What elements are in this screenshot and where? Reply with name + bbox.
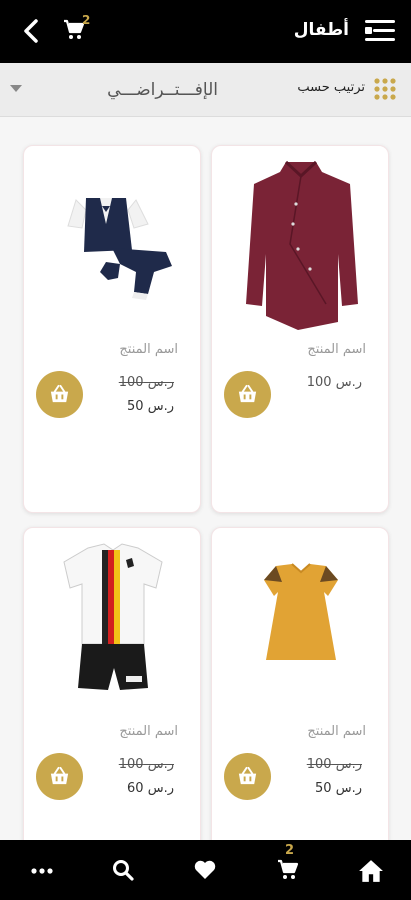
product-name: اسم المنتج	[307, 342, 366, 357]
heart-icon[interactable]	[193, 858, 219, 884]
sort-dropdown[interactable]: الإفـــتــراضـــي	[8, 71, 268, 109]
basket-icon	[50, 384, 69, 403]
basket-icon	[238, 384, 257, 403]
search-icon[interactable]	[111, 858, 137, 884]
sort-bar: ترتيب حسب الإفـــتــراضـــي	[0, 63, 411, 117]
basket-icon	[50, 766, 69, 785]
product-name: اسم المنتج	[307, 724, 366, 739]
chevron-down-icon	[10, 85, 22, 92]
grid-view-icon[interactable]	[373, 77, 397, 101]
product-old-price: ر.س 100	[118, 375, 174, 390]
home-icon[interactable]	[358, 858, 384, 884]
more-icon[interactable]	[29, 858, 55, 884]
product-price: ر.س 50	[315, 781, 362, 796]
add-to-cart-button[interactable]	[224, 371, 271, 418]
product-card[interactable]: اسم المنتج ر.س 100	[211, 145, 389, 513]
product-old-price: ر.س 100	[306, 757, 362, 772]
jersey-image	[38, 536, 188, 716]
product-name: اسم المنتج	[119, 342, 178, 357]
menu-icon[interactable]	[363, 17, 397, 45]
product-price: ر.س 60	[127, 781, 174, 796]
add-to-cart-button[interactable]	[224, 753, 271, 800]
sort-selected-value: الإفـــتــراضـــي	[107, 80, 218, 100]
product-card[interactable]: اسم المنتج ر.س 100 ر.س 50	[23, 145, 201, 513]
sort-label: ترتيب حسب	[297, 80, 365, 95]
product-price: ر.س 50	[127, 399, 174, 414]
basket-icon	[238, 766, 257, 785]
top-app-bar: 2 أطفال	[0, 0, 411, 63]
cart-count-badge: 2	[285, 843, 295, 858]
page-title: أطفال	[293, 20, 349, 40]
cart-count-badge: 2	[82, 13, 91, 27]
product-name: اسم المنتج	[119, 724, 178, 739]
kids-suit-image	[38, 154, 188, 334]
add-to-cart-button[interactable]	[36, 753, 83, 800]
add-to-cart-button[interactable]	[36, 371, 83, 418]
cart-icon[interactable]	[276, 858, 302, 884]
maroon-shirt-image	[226, 154, 376, 334]
yellow-dress-image	[226, 536, 376, 716]
back-icon[interactable]	[18, 16, 46, 46]
bottom-navigation: 2	[0, 840, 411, 900]
product-price: ر.س 100	[306, 375, 362, 390]
product-old-price: ر.س 100	[118, 757, 174, 772]
